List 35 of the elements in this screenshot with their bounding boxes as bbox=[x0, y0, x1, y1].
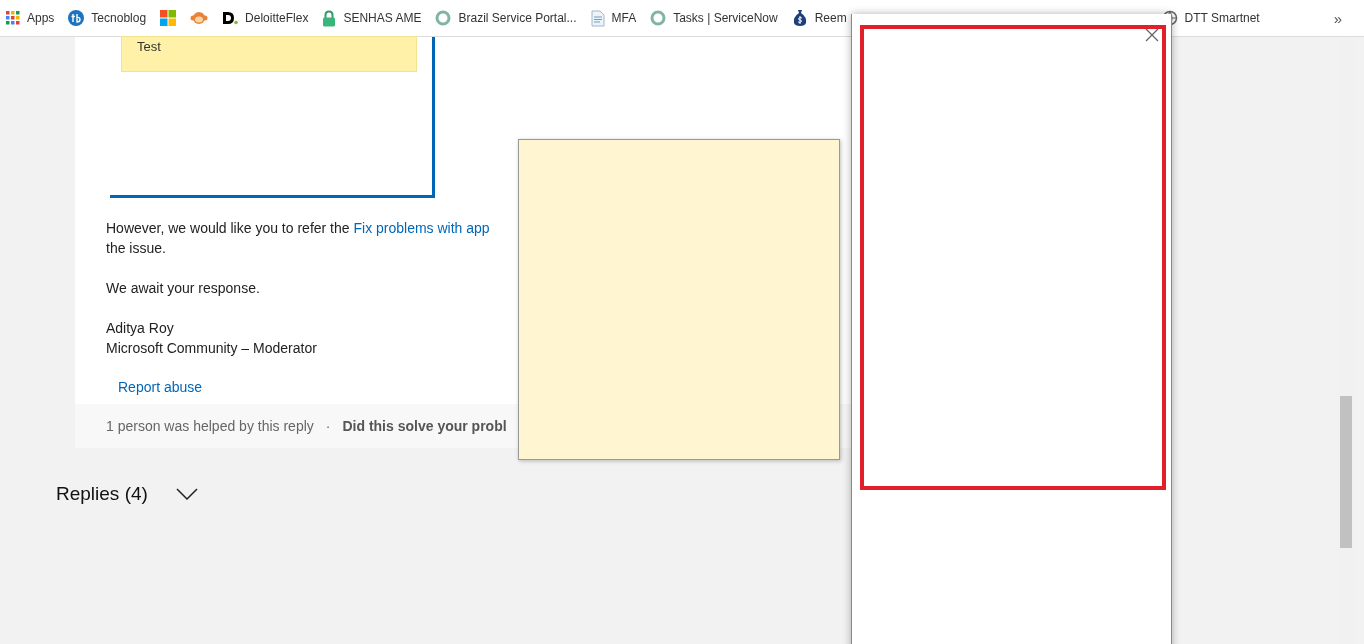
reply-paragraph: However, we would like you to refer the Fix problems with app the issue. bbox=[106, 219, 491, 258]
letter-logo-icon bbox=[222, 10, 239, 26]
separator-dot: · bbox=[325, 418, 331, 434]
sticky-note[interactable] bbox=[518, 139, 840, 460]
help-link[interactable]: Fix problems with app bbox=[353, 220, 490, 236]
bookmark-link[interactable]: DeloitteFlex bbox=[245, 11, 309, 25]
note-text: Test bbox=[121, 36, 417, 72]
bookmark-link[interactable]: Apps bbox=[27, 11, 55, 25]
scrollbar-thumb[interactable] bbox=[1340, 396, 1352, 548]
ring-icon bbox=[650, 10, 667, 26]
bookmark-link[interactable]: SENHAS AME bbox=[343, 11, 422, 25]
ring-icon bbox=[435, 10, 452, 26]
bookmark-link[interactable]: DTT Smartnet bbox=[1184, 11, 1260, 25]
windows-logo-icon bbox=[160, 10, 177, 26]
padlock-icon bbox=[322, 9, 337, 27]
money-bag-icon bbox=[791, 9, 808, 27]
bookmark-link[interactable]: Brazil Service Portal... bbox=[458, 11, 577, 25]
close-icon[interactable] bbox=[1145, 28, 1159, 42]
report-abuse-link[interactable]: Report abuse bbox=[118, 377, 203, 397]
replies-heading[interactable]: Replies (4) bbox=[56, 483, 148, 505]
monkey-face-icon bbox=[190, 11, 209, 25]
bookmark-link[interactable]: MFA bbox=[611, 11, 637, 25]
apps-grid-icon bbox=[6, 11, 20, 25]
chevron-down-icon[interactable] bbox=[175, 488, 198, 500]
solve-question-text: Did this solve your probl bbox=[342, 418, 507, 434]
signature-line: Microsoft Community – Moderator bbox=[106, 339, 318, 358]
circle-logo-icon bbox=[68, 10, 85, 26]
bookmark-link[interactable]: Tasks | ServiceNow bbox=[673, 11, 778, 25]
helped-count-text: 1 person was helped by this reply bbox=[106, 418, 314, 434]
document-icon bbox=[590, 9, 605, 27]
bookmark-link[interactable]: Tecnoblog bbox=[91, 11, 147, 25]
closing-text: We await your response. bbox=[106, 279, 261, 298]
signature-line: Aditya Roy bbox=[106, 319, 175, 338]
bookmarks-overflow-button[interactable]: » bbox=[1333, 9, 1342, 27]
bookmark-link[interactable]: Reem bbox=[814, 11, 847, 25]
